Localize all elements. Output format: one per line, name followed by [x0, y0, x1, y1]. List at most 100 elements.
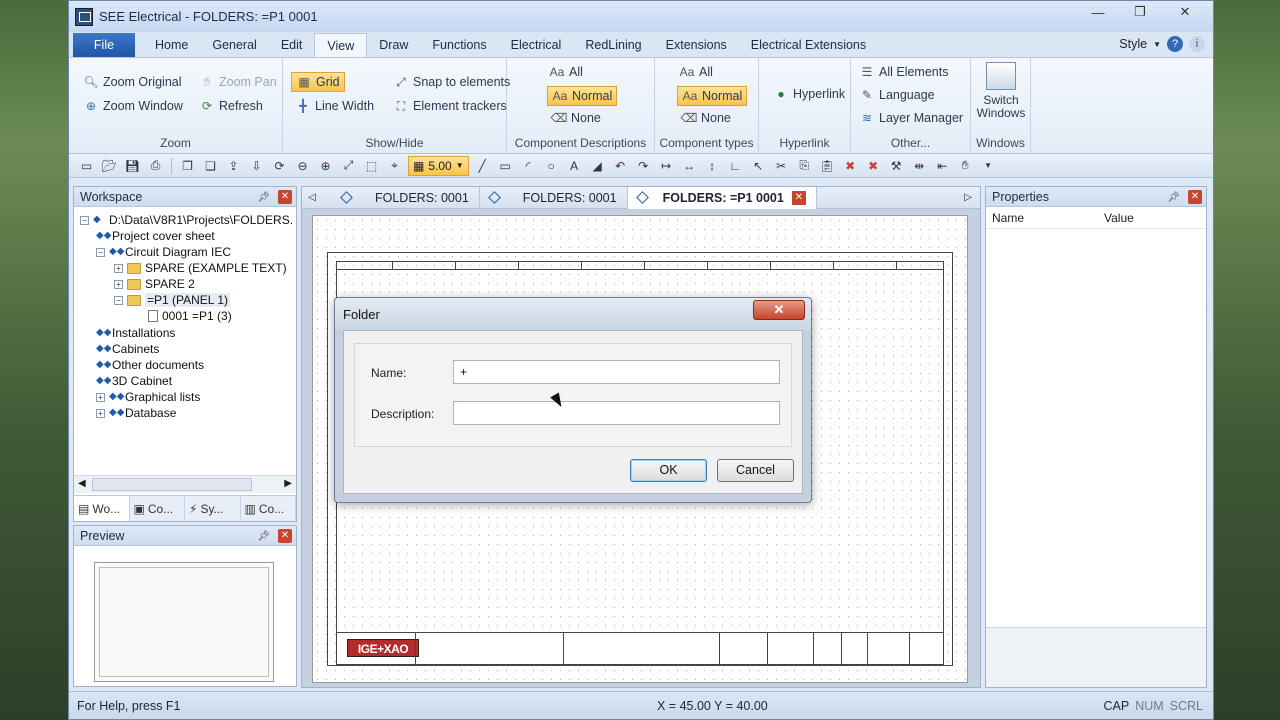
tab-general[interactable]: General — [200, 33, 268, 57]
refresh-button[interactable]: ⟳ Refresh — [199, 98, 263, 114]
language-button[interactable]: ✎ Language — [859, 87, 935, 103]
import-icon[interactable]: ⇩ — [247, 157, 266, 175]
new-file-icon[interactable]: ▭ — [77, 157, 96, 175]
switch-windows-button[interactable]: Switch Windows — [975, 62, 1027, 120]
close-window-button[interactable]: ✕ — [1161, 1, 1209, 23]
pin-icon[interactable]: 📌︎ — [1167, 192, 1180, 203]
tabs-scroll-right-icon[interactable]: ▷ — [964, 192, 972, 203]
element-trackers-button[interactable]: ⛶ Element trackers — [393, 98, 507, 114]
pin-icon[interactable]: 📌︎ — [257, 531, 270, 542]
zoom-fit-icon[interactable]: ⤢ — [339, 157, 358, 175]
dialog-close-button[interactable]: ✕ — [753, 300, 805, 320]
dimension-v-icon[interactable]: ↕ — [703, 157, 722, 175]
hyperlink-button[interactable]: ● Hyperlink — [773, 86, 845, 102]
tree-item[interactable]: + ◆◆ Graphical lists — [96, 390, 200, 404]
zoom-original-button[interactable]: 🔍︎ Zoom Original — [83, 74, 181, 90]
doc-tab-1[interactable]: FOLDERS: 0001 — [322, 186, 480, 209]
copy-icon[interactable]: ⎘ — [795, 157, 814, 175]
layer-manager-button[interactable]: ≋ Layer Manager — [859, 110, 963, 126]
collapse-icon[interactable]: − — [114, 295, 123, 305]
line-icon[interactable]: ╱ — [473, 157, 492, 175]
ok-button[interactable]: OK — [630, 459, 707, 482]
tab-edit[interactable]: Edit — [269, 33, 315, 57]
column-header-name[interactable]: Name — [986, 211, 1098, 225]
tree-item[interactable]: − =P1 (PANEL 1) — [114, 293, 231, 307]
dimension-icon[interactable]: ↦ — [657, 157, 676, 175]
angle-icon[interactable]: ∟ — [726, 157, 745, 175]
tab-symbols[interactable]: ⚡︎ Sy... — [185, 496, 241, 521]
comptypes-normal-button[interactable]: Aa Normal — [677, 86, 748, 106]
tree-item[interactable]: + SPARE (EXAMPLE TEXT) — [114, 261, 287, 275]
compdesc-all-button[interactable]: Aa All — [549, 64, 583, 80]
tabs-scroll-left-icon[interactable]: ◁ — [302, 192, 322, 203]
tab-file[interactable]: File — [73, 33, 135, 57]
all-elements-button[interactable]: ☰ All Elements — [859, 64, 949, 80]
column-header-value[interactable]: Value — [1098, 211, 1134, 225]
tab-workspace[interactable]: ▤ Wo... — [74, 496, 130, 521]
align-icon[interactable]: ⇤ — [933, 157, 952, 175]
expand-icon[interactable]: + — [114, 263, 123, 273]
open-folder-icon[interactable]: 📂︎ — [100, 157, 119, 175]
tree-item[interactable]: ◆◆ Project cover sheet — [96, 229, 215, 243]
expand-icon[interactable]: + — [114, 279, 123, 289]
rectangle-icon[interactable]: ▭ — [496, 157, 515, 175]
text-icon[interactable]: A — [565, 157, 584, 175]
zoom-window-button[interactable]: ⊕ Zoom Window — [83, 98, 183, 114]
copy-page-icon[interactable]: ❐ — [178, 157, 197, 175]
undo-icon[interactable]: ↶ — [611, 157, 630, 175]
grid-toggle[interactable]: ▦ Grid — [291, 72, 345, 92]
name-input[interactable]: + — [453, 360, 780, 384]
tab-commands[interactable]: ▥ Co... — [241, 496, 296, 521]
save-icon[interactable]: 💾︎ — [123, 157, 142, 175]
zoom-out-icon[interactable]: ⊖ — [293, 157, 312, 175]
comptypes-all-button[interactable]: Aa All — [679, 64, 713, 80]
scrollbar-thumb[interactable] — [92, 478, 252, 491]
arc-icon[interactable]: ◜ — [519, 157, 538, 175]
print-icon[interactable]: ⎙ — [146, 157, 165, 175]
delete-icon[interactable]: ✖ — [841, 157, 860, 175]
redo-icon[interactable]: ↷ — [634, 157, 653, 175]
tab-home[interactable]: Home — [143, 33, 200, 57]
style-menu[interactable]: Style — [1119, 37, 1147, 51]
collapse-icon[interactable]: − — [96, 247, 105, 257]
doc-tab-2[interactable]: FOLDERS: 0001 — [480, 186, 628, 209]
tree-item[interactable]: − ◆◆ Circuit Diagram IEC — [96, 245, 231, 259]
pointer-icon[interactable]: ↖ — [749, 157, 768, 175]
paste-icon[interactable]: 📋︎ — [818, 157, 837, 175]
cut-icon[interactable]: ✂ — [772, 157, 791, 175]
doc-tab-3[interactable]: FOLDERS: =P1 0001 ✕ — [627, 186, 817, 209]
chevron-down-icon[interactable]: ▼ — [1153, 40, 1161, 49]
compdesc-none-button[interactable]: ⌫ None — [551, 110, 601, 126]
horizontal-scrollbar[interactable]: ◀ ▶ — [74, 475, 296, 493]
line-width-button[interactable]: ╋ Line Width — [295, 98, 374, 114]
maximize-button[interactable]: ❐ — [1119, 1, 1161, 23]
tree-item[interactable]: ◆◆ Other documents — [96, 358, 204, 372]
tab-redlining[interactable]: RedLining — [573, 33, 653, 57]
comptypes-none-button[interactable]: ⌫ None — [681, 110, 731, 126]
info-icon[interactable]: i — [1189, 36, 1205, 52]
hammer-icon[interactable]: ⚒ — [887, 157, 906, 175]
tree-item[interactable]: ◆◆ Installations — [96, 326, 175, 340]
expand-icon[interactable]: + — [96, 408, 105, 418]
scroll-left-icon[interactable]: ◀ — [78, 478, 86, 489]
close-icon[interactable]: ✕ — [1188, 190, 1202, 204]
minimize-button[interactable]: — — [1077, 1, 1119, 23]
distribute-icon[interactable]: ⇹ — [910, 157, 929, 175]
selection-icon[interactable]: ⬚ — [362, 157, 381, 175]
pan-icon[interactable]: ✋︎ — [956, 157, 975, 175]
description-input[interactable] — [453, 401, 780, 425]
tab-draw[interactable]: Draw — [367, 33, 420, 57]
tree-item[interactable]: ◆◆ Cabinets — [96, 342, 159, 356]
fill-icon[interactable]: ◢ — [588, 157, 607, 175]
tree-item[interactable]: 0001 =P1 (3) — [148, 309, 232, 323]
tab-electrical-extensions[interactable]: Electrical Extensions — [739, 33, 878, 57]
close-icon[interactable]: ✕ — [278, 190, 292, 204]
grid-size-selector[interactable]: ▦ 5.00 ▼ — [408, 155, 469, 176]
circle-icon[interactable]: ○ — [542, 157, 561, 175]
close-icon[interactable]: ✕ — [278, 529, 292, 543]
tab-components[interactable]: ▣ Co... — [130, 496, 185, 521]
delete-all-icon[interactable]: ✖ — [864, 157, 883, 175]
tree-item[interactable]: + SPARE 2 — [114, 277, 195, 291]
tree-item[interactable]: ◆◆ 3D Cabinet — [96, 374, 172, 388]
collapse-icon[interactable]: − — [80, 215, 89, 225]
